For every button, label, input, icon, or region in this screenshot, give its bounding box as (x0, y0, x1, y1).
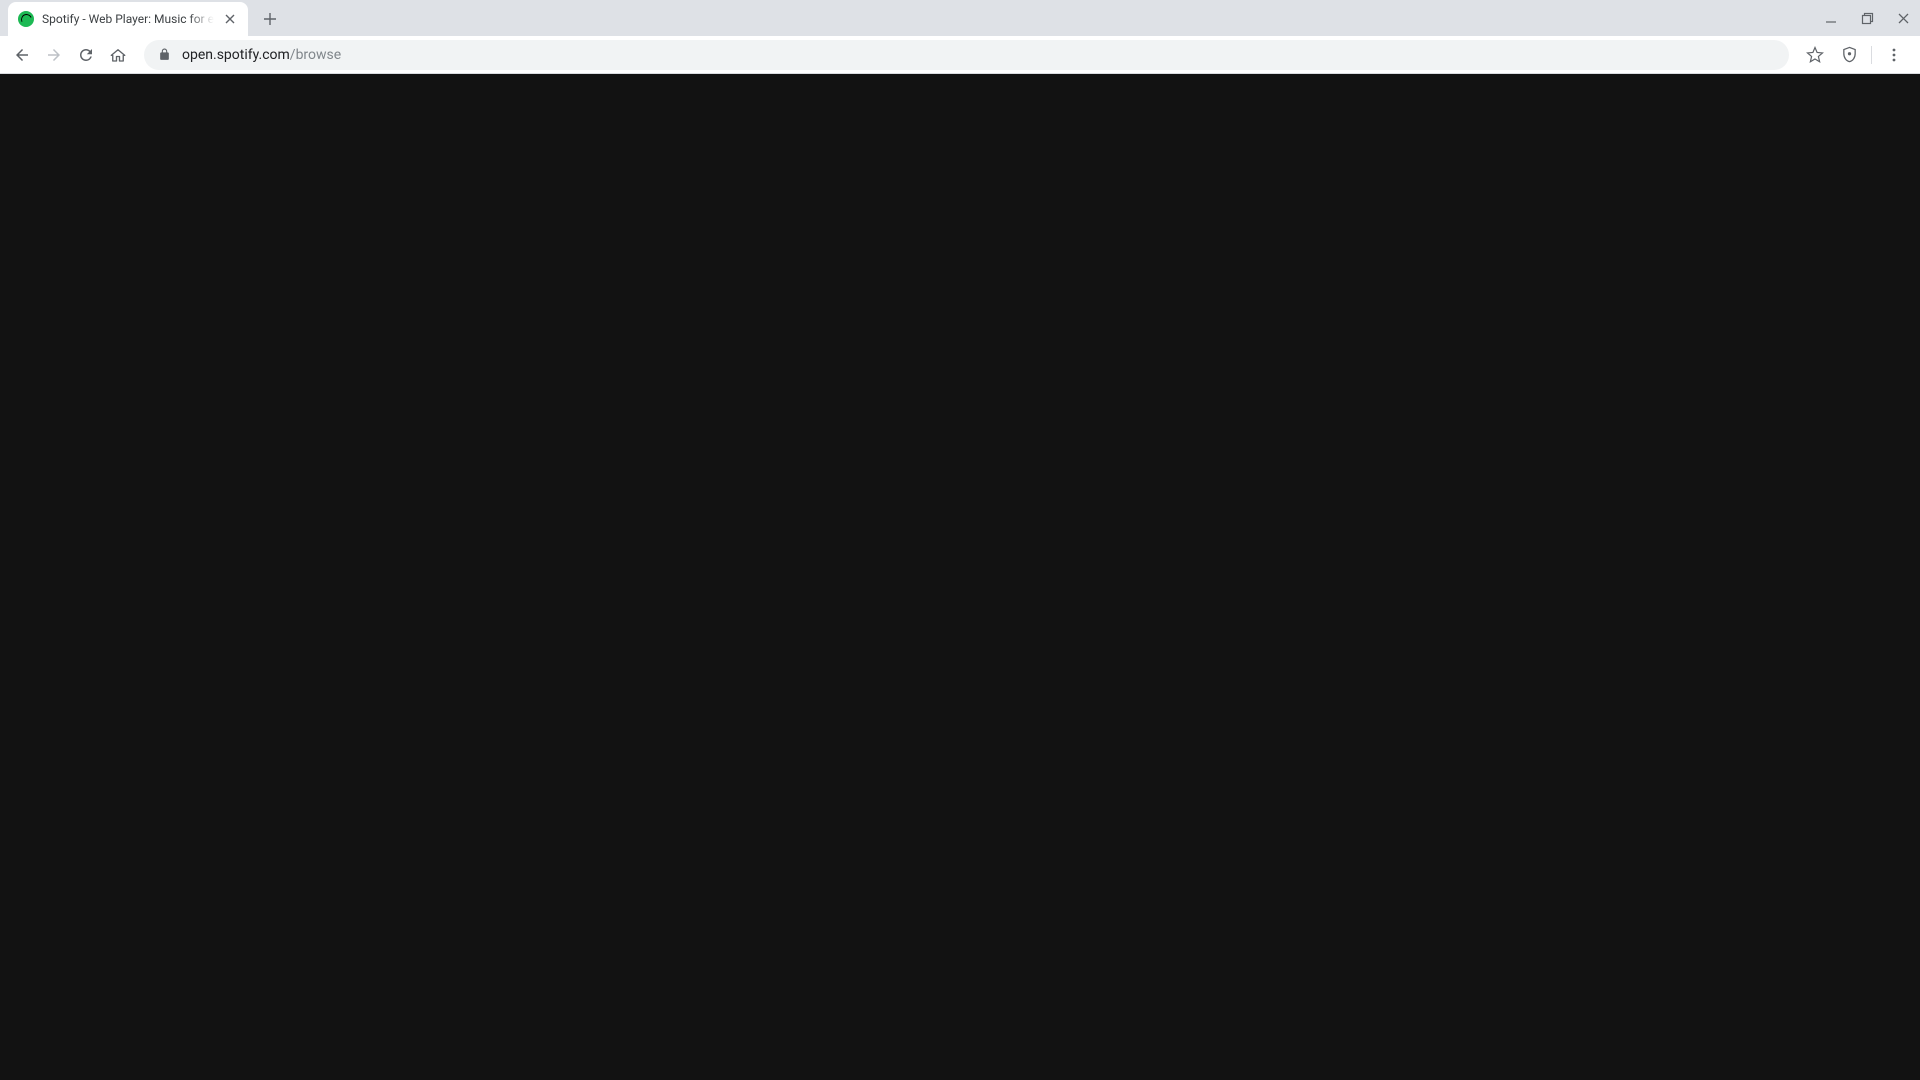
forward-button[interactable] (40, 41, 68, 69)
bookmark-button[interactable] (1801, 41, 1829, 69)
chrome-menu-button[interactable] (1880, 41, 1908, 69)
minimize-button[interactable] (1822, 9, 1840, 27)
address-bar[interactable]: open.spotify.com/browse (144, 40, 1789, 70)
tab-strip: Spotify - Web Player: Music for everyone (0, 0, 1920, 36)
extension-ublock-icon[interactable] (1835, 41, 1863, 69)
toolbar-right (1801, 41, 1912, 69)
browser-toolbar: open.spotify.com/browse (0, 36, 1920, 74)
url-text: open.spotify.com/browse (182, 47, 341, 63)
lock-icon (158, 48, 172, 62)
reload-button[interactable] (72, 41, 100, 69)
back-button[interactable] (8, 41, 36, 69)
tab-title: Spotify - Web Player: Music for everyone (42, 12, 214, 26)
url-path: /browse (290, 47, 341, 63)
page-content (0, 74, 1920, 1080)
home-button[interactable] (104, 41, 132, 69)
url-host: open.spotify.com (182, 47, 290, 63)
toolbar-divider (1871, 46, 1872, 64)
new-tab-button[interactable] (256, 5, 284, 33)
spotify-icon (18, 11, 34, 27)
maximize-button[interactable] (1858, 9, 1876, 27)
browser-tab[interactable]: Spotify - Web Player: Music for everyone (8, 2, 248, 36)
close-window-button[interactable] (1894, 9, 1912, 27)
window-controls (1822, 0, 1912, 36)
close-tab-button[interactable] (222, 11, 238, 27)
